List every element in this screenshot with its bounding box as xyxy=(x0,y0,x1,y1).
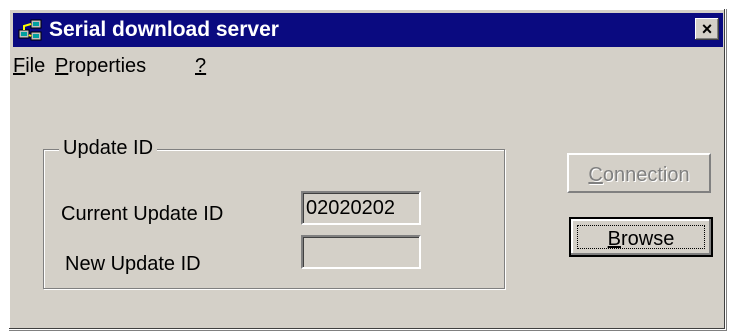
current-update-id-label: Current Update ID xyxy=(61,203,224,225)
close-button[interactable]: × xyxy=(695,18,719,40)
menu-file-mnemonic: F xyxy=(13,55,26,77)
connection-button[interactable]: Connection xyxy=(567,153,711,193)
browse-button-label: rowse xyxy=(620,228,675,250)
update-id-group-label: Update ID xyxy=(59,137,158,160)
menu-help-mnemonic: ? xyxy=(195,55,207,77)
browse-button-mnemonic: B xyxy=(607,228,621,250)
browse-button[interactable]: Browse xyxy=(569,217,713,257)
new-update-id-label: New Update ID xyxy=(65,253,201,275)
browse-button-text: Browse xyxy=(608,228,675,250)
menu-help[interactable]: ? xyxy=(195,55,206,78)
serial-download-server-window: Serial download server × File Properties… xyxy=(8,8,726,330)
new-update-id-field[interactable] xyxy=(301,235,421,269)
connection-button-label: onnection xyxy=(602,164,690,186)
menu-file-label: ile xyxy=(25,55,46,77)
title-bar[interactable]: Serial download server × xyxy=(13,13,723,47)
close-icon: × xyxy=(701,19,713,39)
window-title: Serial download server xyxy=(49,18,279,41)
menu-properties[interactable]: Properties xyxy=(55,55,146,78)
menu-properties-mnemonic: P xyxy=(55,55,69,77)
menu-file[interactable]: File xyxy=(13,55,45,78)
menu-bar: File Properties ? xyxy=(13,51,713,81)
current-update-id-field: 02020202 xyxy=(301,191,421,225)
connection-button-mnemonic: C xyxy=(588,164,603,186)
network-computers-icon xyxy=(18,19,42,41)
menu-properties-label: roperties xyxy=(68,55,147,77)
